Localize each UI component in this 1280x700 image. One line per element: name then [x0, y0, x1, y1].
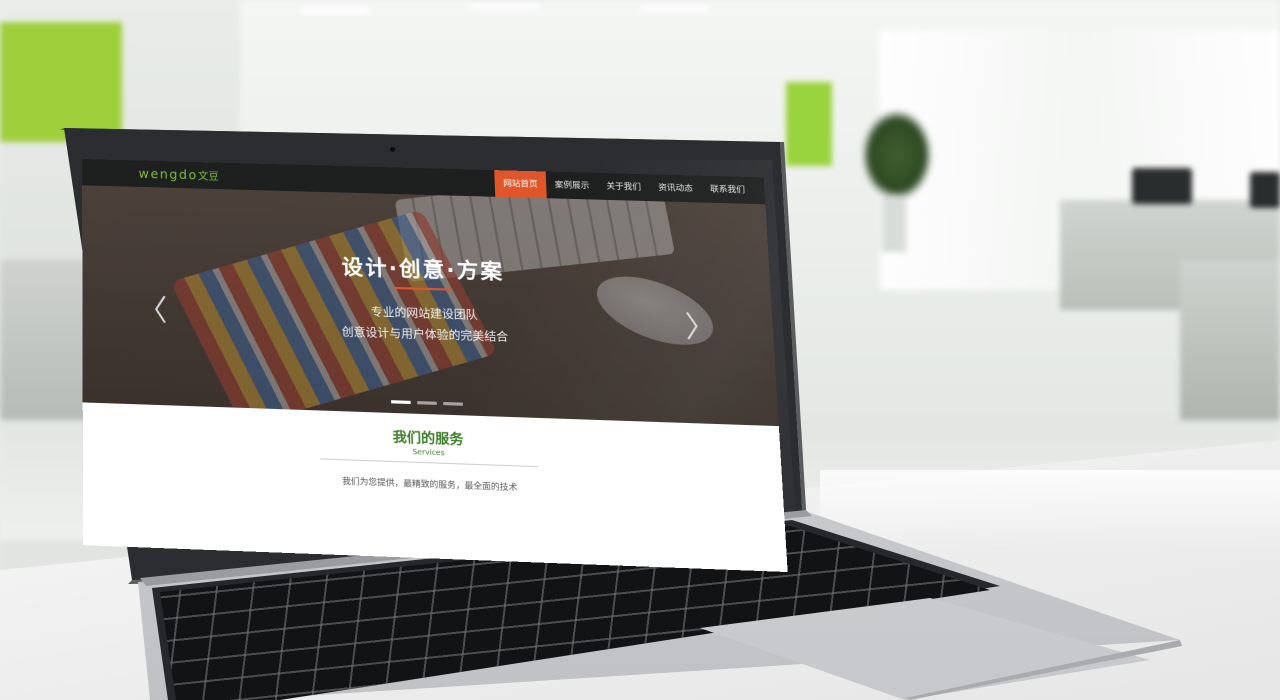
ceiling-light — [300, 8, 370, 14]
services-divider — [320, 458, 538, 467]
services-section: 我们的服务 Services 我们为您提供，最精致的服务，最全面的技术 — [83, 402, 788, 572]
hero-banner: 设计·创意·方案 专业的网站建设团队 创意设计与用户体验的完美结合 〈 〉 — [82, 185, 779, 426]
site-logo[interactable]: wengdo文豆 — [139, 166, 219, 183]
ceiling-light — [470, 4, 540, 10]
slide-indicator[interactable] — [391, 400, 411, 404]
chevron-right-icon[interactable]: 〉 — [684, 304, 717, 347]
slide-indicator[interactable] — [443, 402, 463, 406]
potted-plant — [862, 110, 932, 200]
nav-item-home[interactable]: 网站首页 — [494, 170, 547, 198]
nav-item-news[interactable]: 资讯动态 — [649, 174, 702, 202]
laptop-screen-website: wengdo文豆 网站首页 案例展示 关于我们 资讯动态 联系我们 设计·创意·… — [82, 159, 788, 572]
nav-item-cases[interactable]: 案例展示 — [546, 172, 599, 200]
slide-indicator[interactable] — [417, 401, 437, 405]
plant-pot — [882, 196, 906, 252]
office-cabinet — [0, 260, 90, 420]
logo-cn: 文豆 — [198, 171, 219, 183]
chevron-left-icon[interactable]: 〈 — [137, 287, 167, 329]
nav-item-about[interactable]: 关于我们 — [597, 173, 650, 201]
webcam-icon — [390, 147, 395, 152]
logo-latin: wengdo — [139, 167, 198, 183]
services-description: 我们为您提供，最精致的服务，最全面的技术 — [83, 466, 784, 503]
ceiling-light — [640, 6, 710, 12]
table-light — [820, 470, 1280, 550]
office-monitor — [1250, 172, 1280, 208]
office-monitor — [1132, 168, 1192, 204]
nav-item-contact[interactable]: 联系我们 — [701, 176, 755, 204]
green-wall-panel — [0, 22, 122, 142]
green-wall-panel-small — [786, 82, 832, 166]
